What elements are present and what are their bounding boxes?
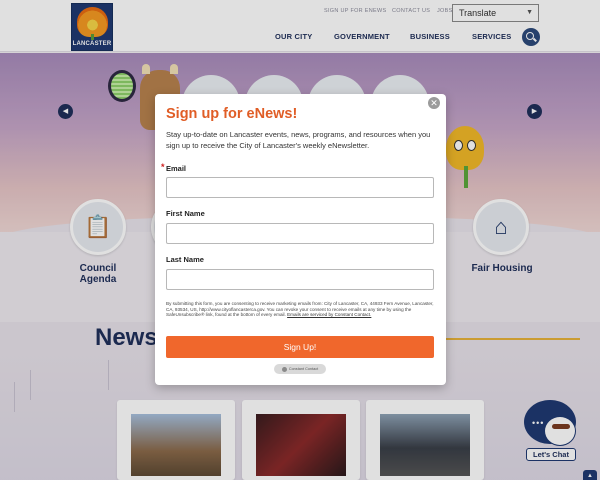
constant-contact-badge[interactable]: Constant Contact [274, 364, 326, 374]
last-name-label: Last Name [166, 255, 204, 264]
badge-text: Constant Contact [288, 367, 319, 371]
last-name-field[interactable] [166, 269, 434, 290]
close-icon[interactable]: ✕ [428, 97, 440, 109]
email-label: Email [166, 164, 187, 173]
sign-up-button[interactable]: Sign Up! [166, 336, 434, 358]
constant-contact-link[interactable]: Emails are serviced by Constant Contact. [287, 312, 371, 317]
modal-description: Stay up-to-date on Lancaster events, new… [166, 130, 431, 150]
first-name-label: First Name [166, 209, 205, 218]
modal-title: Sign up for eNews! [166, 106, 298, 122]
email-field[interactable] [166, 177, 434, 198]
first-name-field[interactable] [166, 223, 434, 244]
enews-signup-modal: ✕ Sign up for eNews! Stay up-to-date on … [155, 94, 446, 385]
required-marker: * [161, 162, 165, 172]
constant-contact-icon [281, 366, 287, 372]
consent-text: By submitting this form, you are consent… [166, 301, 434, 318]
